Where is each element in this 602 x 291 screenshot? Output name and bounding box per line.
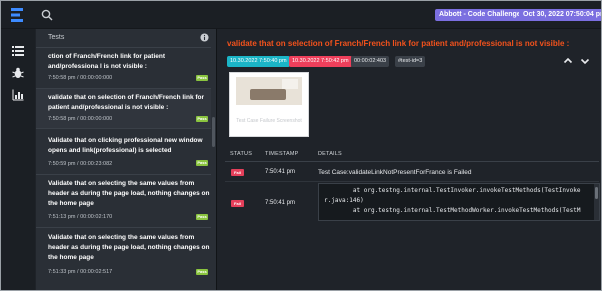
test-name: validate that on selection of Franch/Fre… <box>48 94 205 111</box>
scrollbar-thumb[interactable] <box>595 187 598 199</box>
status-column-header: STATUS <box>230 151 253 157</box>
side-nav <box>1 29 35 290</box>
pass-badge: Pass <box>196 75 208 81</box>
table-header-divider <box>225 161 599 162</box>
test-item[interactable]: Validate that on selecting the same valu… <box>36 228 211 288</box>
screenshot-caption: Test Case Failure Screenshot <box>236 118 302 124</box>
test-name: ction of Franch/French link for patient … <box>48 53 166 70</box>
test-name: Validate that on selecting the same valu… <box>48 180 210 207</box>
stack-trace-scrollbar[interactable] <box>594 184 599 220</box>
stack-trace-box[interactable]: at org.testng.internal.TestInvoker.invok… <box>318 183 600 221</box>
test-meta: 7:50:59 pm / 00:00:23:082 <box>48 161 113 167</box>
log-timestamp: 7:50:41 pm <box>265 169 296 175</box>
pass-badge: Pass <box>196 269 208 275</box>
screenshot-image <box>236 77 302 105</box>
app-window: Abbott - Code Challenge Oct 30, 2022 07:… <box>0 0 602 291</box>
test-detail-panel: validate that on selection of Franch/Fre… <box>217 29 601 290</box>
test-title: validate that on selection of Franch/Fre… <box>227 39 570 48</box>
scrollbar-thumb[interactable] <box>212 117 215 147</box>
bug-icon[interactable] <box>12 67 24 79</box>
log-timestamp: 7:50:41 pm <box>265 200 296 206</box>
details-column-header: DETAILS <box>318 151 342 157</box>
sofa-shape <box>250 89 286 100</box>
chevron-up-icon[interactable] <box>562 55 574 67</box>
row-divider <box>225 181 599 182</box>
test-item-active[interactable]: validate that on selection of Franch/Fre… <box>36 89 211 129</box>
pass-badge: Pass <box>196 160 208 166</box>
test-name: Validate that on selecting the same valu… <box>48 234 210 261</box>
test-name: Validate that on clicking professional n… <box>48 137 203 154</box>
test-meta: 7:51:33 pm / 00:00:02:517 <box>48 269 113 275</box>
date-badge: Oct 30, 2022 07:50:04 pm <box>519 9 601 21</box>
tests-scrollbar[interactable] <box>211 47 216 290</box>
fail-badge: Fail <box>231 200 244 207</box>
screenshot-thumbnail[interactable]: Test Case Failure Screenshot <box>229 72 309 137</box>
pass-badge: Pass <box>196 214 208 220</box>
test-item[interactable]: ction of Franch/French link for patient … <box>36 48 211 89</box>
test-meta: 7:50:58 pm / 00:00:00:000 <box>48 116 113 122</box>
chevron-down-icon[interactable] <box>579 55 591 67</box>
tests-header: Tests <box>36 29 216 48</box>
duration-badge: 00:00:02:403 <box>351 56 390 67</box>
extent-logo-icon[interactable] <box>10 7 26 23</box>
test-item[interactable]: Validate that on clicking professional n… <box>36 129 211 175</box>
tests-title: Tests <box>48 34 65 41</box>
test-meta: 7:50:58 pm / 00:00:00:000 <box>48 75 113 81</box>
start-time-badge: 10.30.2022 7:50:40 pm <box>227 56 290 67</box>
list-icon[interactable] <box>12 45 24 57</box>
top-bar: Abbott - Code Challenge Oct 30, 2022 07:… <box>1 1 601 29</box>
bar-chart-icon[interactable] <box>12 89 24 101</box>
test-meta: 7:51:13 pm / 00:00:02:170 <box>48 214 113 220</box>
end-time-badge: 10.30.2022 7:50:42 pm <box>289 56 352 67</box>
search-icon[interactable] <box>41 9 53 21</box>
window-shape <box>282 79 298 89</box>
log-details: Test Case:validateLinkNotPresentForFranc… <box>318 169 472 176</box>
project-badge: Abbott - Code Challenge <box>435 9 525 21</box>
test-id-badge: #test-id=3 <box>395 56 426 67</box>
test-item[interactable]: Validate that on selecting the same valu… <box>36 175 211 228</box>
info-icon[interactable] <box>200 33 209 42</box>
tests-panel: Tests ction of Franch/French link for pa… <box>36 29 217 290</box>
timestamp-column-header: TIMESTAMP <box>265 151 299 157</box>
pass-badge: Pass <box>196 116 208 122</box>
fail-badge: Fail <box>231 169 244 176</box>
stack-trace-text: at org.testng.internal.TestInvoker.invok… <box>324 187 581 214</box>
